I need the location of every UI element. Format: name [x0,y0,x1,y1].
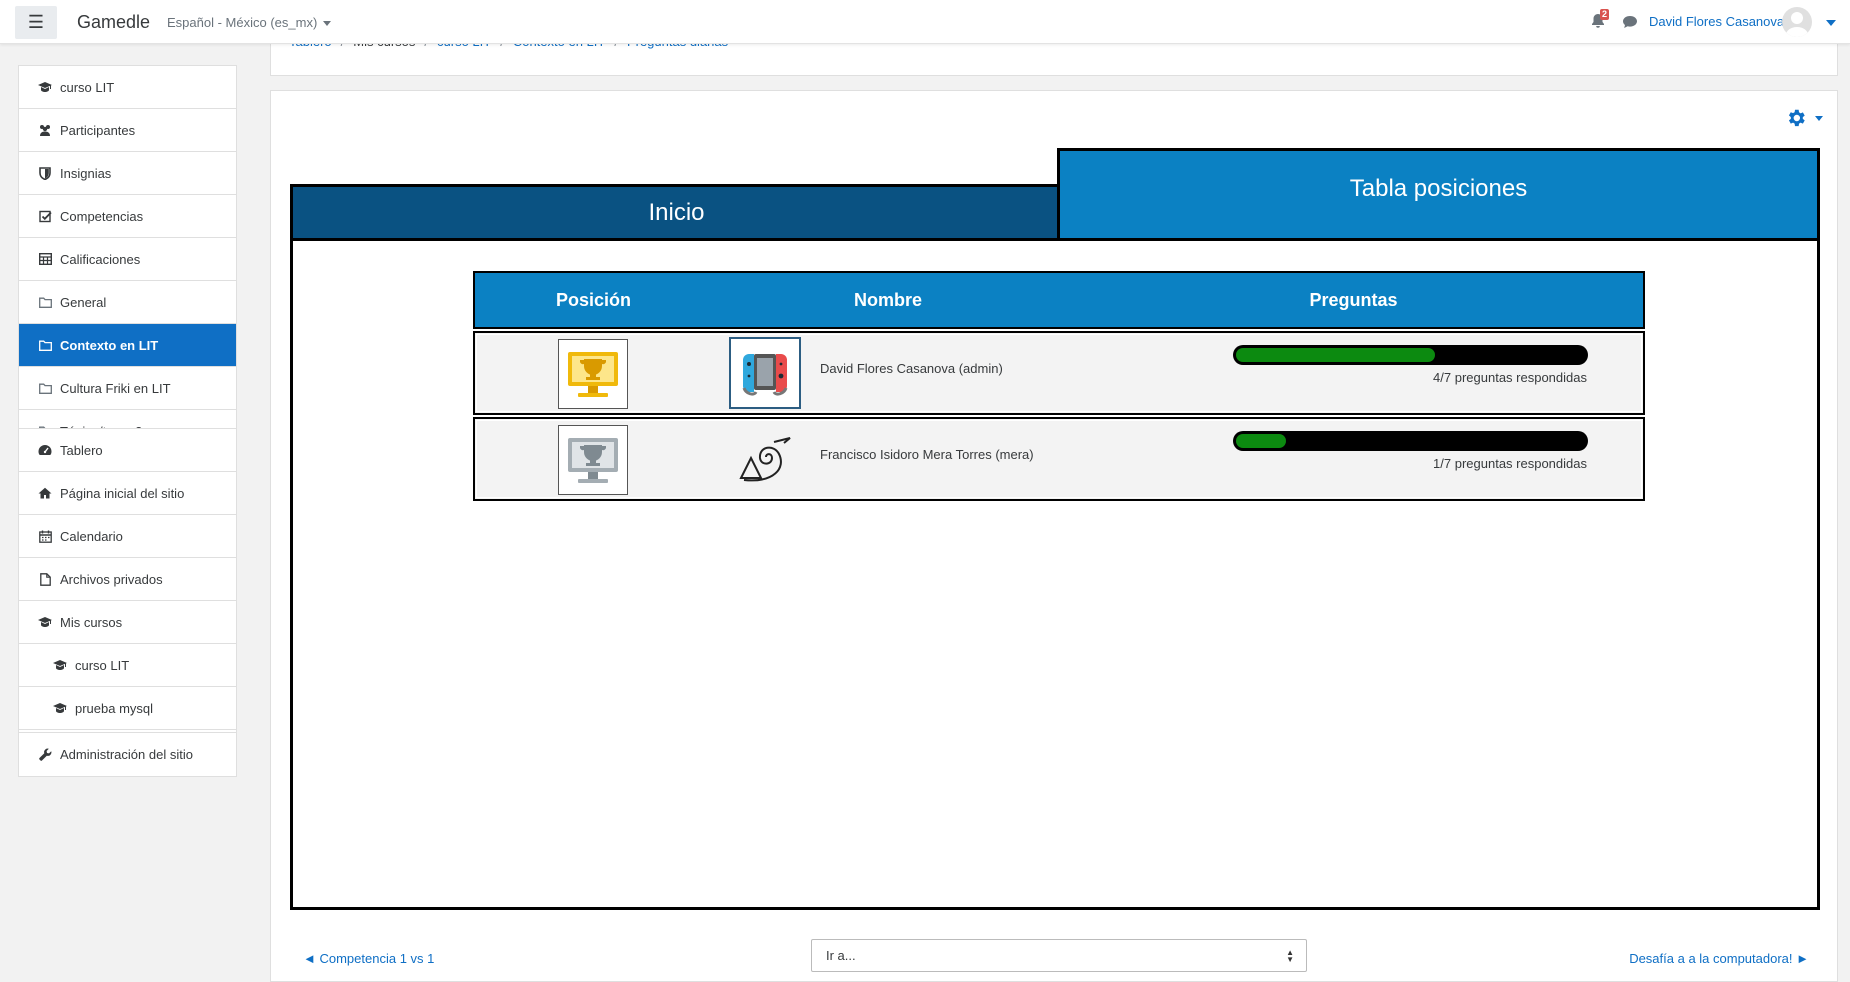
graduation-cap-icon [53,701,67,715]
leaderboard-panel: Posición Nombre Preguntas David Flores C… [290,238,1820,910]
dashboard-icon [38,443,52,457]
site-brand[interactable]: Gamedle [77,12,150,33]
sidebar-item-pagina-inicial-del-sitio[interactable]: Página inicial del sitio [19,472,236,515]
sidebar-item-label: Contexto en LIT [60,337,159,353]
sidebar-item-label: Competencias [60,208,144,224]
player-name: David Flores Casanova (admin) [820,361,1003,376]
sidebar-item-label: Cultura Friki en LIT [60,380,171,396]
chat-icon[interactable] [1622,15,1638,29]
table-row: Francisco Isidoro Mera Torres (mera) 1/7… [473,417,1645,501]
sidebar-item-label: Calificaciones [60,251,141,267]
hamburger-icon[interactable]: ☰ [15,6,57,39]
sidebar-item-label: curso LIT [60,79,115,95]
table-row: David Flores Casanova (admin) 4/7 pregun… [473,331,1645,415]
select-arrows-icon: ▲ ▼ [1286,948,1294,964]
sidebar-item-label: Mis cursos [60,614,123,630]
progress-label: 4/7 preguntas respondidas [1433,370,1587,385]
sidebar-item-label: General [60,294,107,310]
language-label: Español - México (es_mx) [167,15,318,30]
sidebar-item-label: Página inicial del sitio [60,485,185,501]
gold-trophy-icon [558,339,628,409]
home-icon [38,486,52,500]
users-icon [38,123,52,137]
konoha-leaf-avatar-icon [729,423,801,495]
silver-trophy-icon [558,425,628,495]
chevron-down-icon [1815,115,1823,121]
language-selector[interactable]: Español - México (es_mx) [167,15,332,30]
nav-drawer: curso LIT Participantes Insignias Competenc… [0,44,255,982]
progress-label: 1/7 preguntas respondidas [1433,456,1587,471]
folder-icon [38,338,52,352]
sidebar-item-participantes[interactable]: Participantes [19,109,236,152]
sidebar-item-insignias[interactable]: Insignias [19,152,236,195]
user-avatar-icon [1785,12,1809,37]
sidebar-item-competencias[interactable]: Competencias [19,195,236,238]
jump-to-label: Ir a... [826,948,856,963]
sidebar-item-label: prueba mysql [75,700,154,716]
sidebar-item-calendario[interactable]: Calendario [19,515,236,558]
progress-bar [1233,345,1588,365]
admin-nav-block: Administración del sitio [18,732,237,777]
sidebar-item-label: Calendario [60,528,123,544]
user-menu-name[interactable]: David Flores Casanova [1649,14,1784,29]
progress-fill [1236,434,1286,448]
game-container: Inicio Tabla posiciones Posición Nombre … [290,148,1820,910]
progress-bar [1233,431,1588,451]
header-questions: Preguntas [1309,289,1398,310]
sidebar-item-label: curso LIT [75,657,130,673]
user-avatar[interactable] [1782,7,1812,37]
sidebar-item-label: Archivos privados [60,571,163,587]
player-name: Francisco Isidoro Mera Torres (mera) [820,447,1034,462]
sidebar-item-label: Administración del sitio [60,747,193,762]
sidebar-item-mis-cursos[interactable]: Mis cursos [19,601,236,644]
tab-tabla-posiciones[interactable]: Tabla posiciones [1057,148,1820,241]
notification-count-badge: 2 [1600,9,1609,20]
sidebar-item-calificaciones[interactable]: Calificaciones [19,238,236,281]
leaderboard-table: Posición Nombre Preguntas David Flores C… [473,271,1645,501]
main-region: Inicio Tabla posiciones Posición Nombre … [270,90,1838,982]
sidebar-item-label: Tablero [60,442,103,458]
check-square-icon [38,209,52,223]
shield-icon [38,166,52,180]
wrench-icon [38,748,52,762]
next-activity-link[interactable]: Desafía a a la computadora! ► [1629,951,1809,966]
game-controller-avatar-icon [729,337,801,409]
activity-navigation: ◄ Competencia 1 vs 1 Ir a... ▲ ▼ Desafía … [271,939,1839,975]
gear-icon [1788,109,1805,127]
sidebar-item-prueba-mysql[interactable]: prueba mysql [19,687,236,730]
file-icon [38,572,52,586]
folder-icon [38,381,52,395]
sidebar-item-tablero[interactable]: Tablero [19,429,236,472]
graduation-cap-icon [38,80,52,94]
sidebar-item-archivos-privados[interactable]: Archivos privados [19,558,236,601]
sidebar-item-label: Insignias [60,165,112,181]
header-name: Nombre [853,289,922,310]
site-nav-block: Tablero Página inicial del sitio Calendari… [18,428,237,774]
top-navbar: ☰ Gamedle Español - México (es_mx) 2 Dav… [0,0,1850,44]
tab-inicio[interactable]: Inicio [290,184,1060,241]
user-menu-chevron-icon[interactable] [1826,20,1836,26]
sidebar-item-contexto-en-lit[interactable]: Contexto en LIT [19,324,236,367]
sidebar-item-curso-lit[interactable]: curso LIT [19,644,236,687]
graduation-cap-icon [38,615,52,629]
calendar-icon [38,529,52,543]
leaderboard-header: Posición Nombre Preguntas [473,271,1645,329]
sidebar-item-cultura-friki-en-lit[interactable]: Cultura Friki en LIT [19,367,236,410]
chevron-down-icon [323,21,332,27]
header-position: Posición [555,289,631,310]
sidebar-item-general[interactable]: General [19,281,236,324]
graduation-cap-icon [53,658,67,672]
settings-menu[interactable] [1785,107,1823,129]
progress-fill [1236,348,1436,362]
folder-icon [38,295,52,309]
sidebar-item-curso-lit[interactable]: curso LIT [19,66,236,109]
sidebar-item-label: Participantes [60,122,136,138]
table-icon [38,252,52,266]
jump-to-select[interactable]: Ir a... ▲ ▼ [811,939,1307,972]
prev-activity-link[interactable]: ◄ Competencia 1 vs 1 [303,951,434,966]
sidebar-item-administracion-del-sitio[interactable]: Administración del sitio [19,733,236,776]
